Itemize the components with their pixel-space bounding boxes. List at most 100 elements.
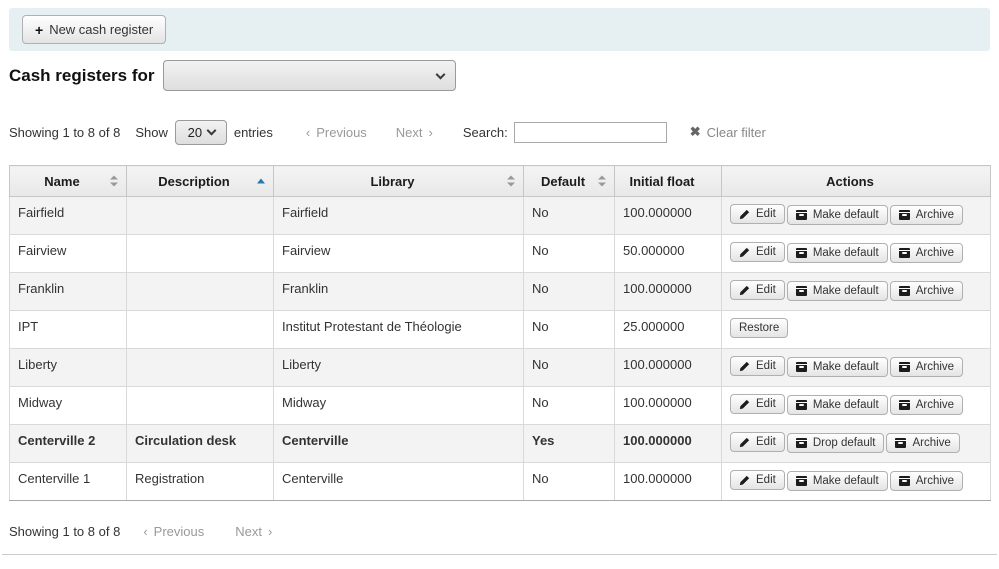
toolbar: + New cash register — [9, 8, 990, 51]
archive-icon — [899, 286, 910, 296]
column-label: Actions — [826, 174, 874, 189]
footer-row: Showing 1 to 8 of 8 ‹ Previous Next › — [9, 524, 990, 539]
table-row: Centerville 2Circulation deskCenterville… — [10, 425, 991, 463]
pagination-top: ‹ Previous Next › — [306, 125, 433, 140]
column-label: Initial float — [630, 174, 695, 189]
pencil-icon — [739, 247, 750, 258]
search-group: Search: — [463, 122, 667, 143]
table-info-bottom: Showing 1 to 8 of 8 — [9, 524, 120, 539]
action-label: Archive — [916, 399, 954, 411]
name-cell: Franklin — [10, 273, 127, 311]
actions-cell: EditMake defaultArchive — [722, 197, 991, 235]
action-label: Make default — [813, 285, 879, 297]
description-cell — [127, 235, 274, 273]
edit-button[interactable]: Edit — [730, 394, 785, 414]
new-cash-register-button[interactable]: + New cash register — [22, 15, 166, 44]
archive-button[interactable]: Archive — [890, 395, 963, 415]
action-label: Edit — [756, 284, 776, 296]
table-controls: Showing 1 to 8 of 8 Show 20 entries ‹ Pr… — [9, 119, 990, 145]
column-header-name[interactable]: Name — [10, 166, 127, 197]
archive-icon — [796, 210, 807, 220]
restore-button[interactable]: Restore — [730, 318, 788, 338]
drop-default-button[interactable]: Drop default — [787, 433, 885, 453]
library-select[interactable] — [163, 60, 456, 91]
archive-icon — [899, 362, 910, 372]
previous-page-button[interactable]: ‹ Previous — [306, 125, 367, 140]
page-divider — [2, 554, 997, 555]
default-cell: No — [524, 463, 615, 501]
description-cell: Circulation desk — [127, 425, 274, 463]
page-length-value: 20 — [188, 125, 202, 140]
edit-button[interactable]: Edit — [730, 356, 785, 376]
action-label: Archive — [916, 361, 954, 373]
library-cell: Centerville — [274, 425, 524, 463]
initial-float-cell: 25.000000 — [615, 311, 722, 349]
column-label: Library — [370, 174, 414, 189]
name-cell: Fairview — [10, 235, 127, 273]
edit-button[interactable]: Edit — [730, 432, 785, 452]
archive-button[interactable]: Archive — [890, 243, 963, 263]
clear-filter-button[interactable]: ✖ Clear filter — [690, 124, 766, 140]
library-cell: Centerville — [274, 463, 524, 501]
pencil-icon — [739, 209, 750, 220]
library-cell: Institut Protestant de Théologie — [274, 311, 524, 349]
table-row: FranklinFranklinNo100.000000EditMake def… — [10, 273, 991, 311]
make-default-button[interactable]: Make default — [787, 281, 888, 301]
initial-float-cell: 100.000000 — [615, 197, 722, 235]
action-label: Edit — [756, 436, 776, 448]
table-row: Centerville 1RegistrationCentervilleNo10… — [10, 463, 991, 501]
archive-button[interactable]: Archive — [890, 205, 963, 225]
make-default-button[interactable]: Make default — [787, 205, 888, 225]
pagination-bottom: ‹ Previous Next › — [143, 524, 272, 539]
table-row: IPT Institut Protestant de ThéologieNo25.… — [10, 311, 991, 349]
pencil-icon — [739, 437, 750, 448]
archive-button[interactable]: Archive — [890, 471, 963, 491]
column-header-library[interactable]: Library — [274, 166, 524, 197]
make-default-button[interactable]: Make default — [787, 243, 888, 263]
edit-button[interactable]: Edit — [730, 242, 785, 262]
archive-button[interactable]: Archive — [886, 433, 959, 453]
name-cell: Centerville 1 — [10, 463, 127, 501]
next-page-button[interactable]: Next › — [235, 524, 272, 539]
archive-button[interactable]: Archive — [890, 281, 963, 301]
initial-float-cell: 100.000000 — [615, 463, 722, 501]
next-page-button[interactable]: Next › — [396, 125, 433, 140]
archive-icon — [899, 248, 910, 258]
make-default-button[interactable]: Make default — [787, 357, 888, 377]
description-cell — [127, 273, 274, 311]
name-cell: Liberty — [10, 349, 127, 387]
edit-button[interactable]: Edit — [730, 280, 785, 300]
edit-button[interactable]: Edit — [730, 470, 785, 490]
actions-cell: EditMake defaultArchive — [722, 235, 991, 273]
make-default-button[interactable]: Make default — [787, 395, 888, 415]
action-label: Make default — [813, 361, 879, 373]
sort-both-icon — [598, 176, 607, 187]
previous-page-button[interactable]: ‹ Previous — [143, 524, 204, 539]
archive-icon — [796, 400, 807, 410]
edit-button[interactable]: Edit — [730, 204, 785, 224]
page-length-select[interactable]: 20 — [175, 120, 227, 145]
library-cell: Fairview — [274, 235, 524, 273]
action-label: Restore — [739, 322, 779, 334]
entries-label: entries — [234, 125, 273, 140]
chevron-right-icon: › — [429, 125, 433, 140]
archive-icon — [796, 362, 807, 372]
column-label: Name — [44, 174, 79, 189]
name-cell: Fairfield — [10, 197, 127, 235]
column-header-actions: Actions — [722, 166, 991, 197]
make-default-button[interactable]: Make default — [787, 471, 888, 491]
library-cell: Midway — [274, 387, 524, 425]
search-input[interactable] — [514, 122, 667, 143]
default-cell: No — [524, 311, 615, 349]
column-header-default[interactable]: Default — [524, 166, 615, 197]
initial-float-cell: 50.000000 — [615, 235, 722, 273]
action-label: Drop default — [813, 437, 876, 449]
name-cell: IPT — [10, 311, 127, 349]
default-cell: No — [524, 387, 615, 425]
chevron-right-icon: › — [268, 524, 272, 539]
archive-button[interactable]: Archive — [890, 357, 963, 377]
action-label: Archive — [916, 475, 954, 487]
actions-cell: EditMake default Archive — [722, 463, 991, 501]
archive-icon — [796, 438, 807, 448]
column-header-description[interactable]: Description — [127, 166, 274, 197]
